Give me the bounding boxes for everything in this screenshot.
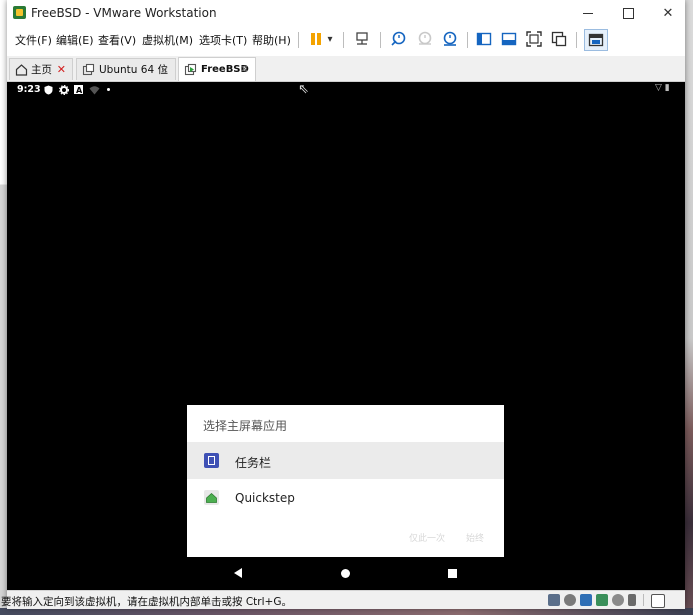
unity-button[interactable] — [550, 30, 568, 48]
menu-vm[interactable]: 虚拟机(M) — [142, 32, 193, 48]
snapshot-manager-icon — [443, 31, 457, 46]
just-once-button[interactable]: 仅此一次 — [409, 531, 445, 544]
full-screen-button[interactable] — [525, 30, 543, 48]
maximize-icon — [622, 7, 634, 19]
home-app-chooser-dialog: 选择主屏幕应用 任务栏 Quickstep 仅此一次 始终 — [187, 405, 504, 557]
tab-home[interactable]: 主页 ✕ — [9, 58, 73, 80]
pause-dropdown-button[interactable]: ▾ — [323, 30, 337, 48]
tab-freebsd[interactable]: FreeBSD × — [178, 57, 256, 81]
show-library-button[interactable] — [475, 30, 493, 48]
minimize-icon — [583, 12, 593, 14]
send-ctrl-alt-del-button[interactable] — [353, 30, 371, 48]
toolbar-separator — [576, 32, 577, 48]
usb-controller-icon[interactable] — [596, 594, 608, 606]
menu-help[interactable]: 帮助(H) — [252, 32, 291, 48]
vm-tab-icon — [82, 63, 95, 76]
minimize-button[interactable] — [573, 3, 603, 23]
toolbar-separator — [298, 32, 299, 48]
svg-text:A: A — [76, 86, 83, 94]
tab-home-label: 主页 — [31, 64, 52, 76]
menu-toolbar: 文件(F) 编辑(E) 查看(V) 虚拟机(M) 选项卡(T) 帮助(H) ▾ — [7, 27, 685, 52]
android-status-bar: 9:23 A ▽ ▮ — [7, 82, 685, 98]
thumbnail-bar-button[interactable] — [500, 30, 518, 48]
gear-icon — [59, 85, 69, 95]
network-adapter-icon[interactable] — [580, 594, 592, 606]
a-badge-icon: A — [74, 85, 83, 94]
maximize-button[interactable] — [613, 3, 643, 23]
home-icon — [15, 64, 28, 76]
printer-icon[interactable] — [628, 594, 636, 606]
revert-clock-icon — [418, 31, 432, 45]
menu-view[interactable]: 查看(V) — [98, 32, 136, 48]
shield-icon — [44, 85, 53, 95]
toolbar-separator — [380, 32, 381, 48]
close-window-button[interactable]: ✕ — [653, 3, 683, 23]
desktop-background-right — [685, 0, 693, 615]
desktop-background-left — [0, 0, 7, 615]
snapshot-button[interactable] — [389, 30, 407, 48]
taskbar-app-icon — [204, 453, 219, 468]
tab-ubuntu-close-icon[interactable]: × — [160, 63, 169, 76]
message-log-icon[interactable] — [651, 594, 665, 608]
tab-bar: 主页 ✕ Ubuntu 64 位 × FreeBSD × — [7, 56, 685, 82]
dot-icon — [107, 88, 110, 91]
mouse-cursor-icon: ⇖ — [298, 82, 309, 97]
vm-running-tab-icon — [184, 63, 197, 76]
fullscreen-icon — [526, 31, 542, 47]
recents-icon[interactable] — [448, 569, 457, 578]
vmware-app-icon — [13, 6, 26, 19]
always-button[interactable]: 始终 — [466, 531, 484, 544]
tab-ubuntu-label: Ubuntu 64 位 — [99, 64, 168, 76]
window-title: FreeBSD - VMware Workstation — [31, 6, 217, 20]
bluetooth-icon[interactable] — [612, 594, 624, 606]
dialog-title: 选择主屏幕应用 — [203, 419, 288, 433]
menu-tabs[interactable]: 选项卡(T) — [199, 32, 247, 48]
android-clock: 9:23 — [17, 84, 41, 95]
back-icon[interactable] — [234, 568, 242, 578]
option-quickstep[interactable]: Quickstep — [187, 479, 504, 516]
android-nav-bar — [187, 557, 504, 590]
tab-freebsd-close-icon[interactable]: × — [240, 62, 249, 75]
cd-dvd-icon[interactable] — [564, 594, 576, 606]
console-view-button[interactable] — [584, 29, 608, 51]
toolbar-separator — [343, 32, 344, 48]
snapshot-clock-icon — [391, 31, 406, 46]
status-separator — [643, 594, 644, 606]
menu-edit[interactable]: 编辑(E) — [56, 32, 94, 48]
vmware-window: FreeBSD - VMware Workstation ✕ 文件(F) 编辑(… — [1, 0, 685, 609]
thumbnail-panel-icon — [501, 32, 517, 46]
status-message: 要将输入定向到该虚拟机，请在虚拟机内部单击或按 Ctrl+G。 — [1, 596, 292, 608]
quickstep-app-icon — [204, 490, 219, 505]
unity-window-icon — [551, 31, 567, 47]
vm-console[interactable]: 9:23 A ▽ ▮ 选择主屏幕应用 任务栏 Quickstep 仅此一次 始终 — [7, 82, 685, 590]
option-quickstep-label: Quickstep — [235, 491, 295, 505]
wifi-icon — [89, 86, 100, 95]
tab-ubuntu[interactable]: Ubuntu 64 位 × — [76, 58, 176, 80]
signal-battery-icon: ▽ ▮ — [655, 83, 670, 93]
option-taskbar-label: 任务栏 — [235, 456, 272, 470]
library-panel-icon — [476, 32, 492, 46]
tab-home-close-icon[interactable]: ✕ — [57, 63, 66, 76]
option-taskbar[interactable]: 任务栏 — [187, 442, 504, 479]
desktop-background-bottom — [0, 608, 693, 615]
vmware-status-bar: 要将输入定向到该虚拟机，请在虚拟机内部单击或按 Ctrl+G。 — [1, 590, 685, 609]
toolbar-separator — [467, 32, 468, 48]
snapshot-manager-button[interactable] — [441, 30, 459, 48]
console-view-icon — [588, 33, 604, 47]
home-nav-icon[interactable] — [341, 569, 350, 578]
title-bar[interactable]: FreeBSD - VMware Workstation ✕ — [7, 0, 685, 26]
network-computer-icon — [356, 32, 368, 45]
pause-icon — [311, 33, 321, 45]
revert-snapshot-button[interactable] — [415, 30, 433, 48]
hard-disk-icon[interactable] — [548, 594, 560, 606]
menu-file[interactable]: 文件(F) — [15, 32, 52, 48]
